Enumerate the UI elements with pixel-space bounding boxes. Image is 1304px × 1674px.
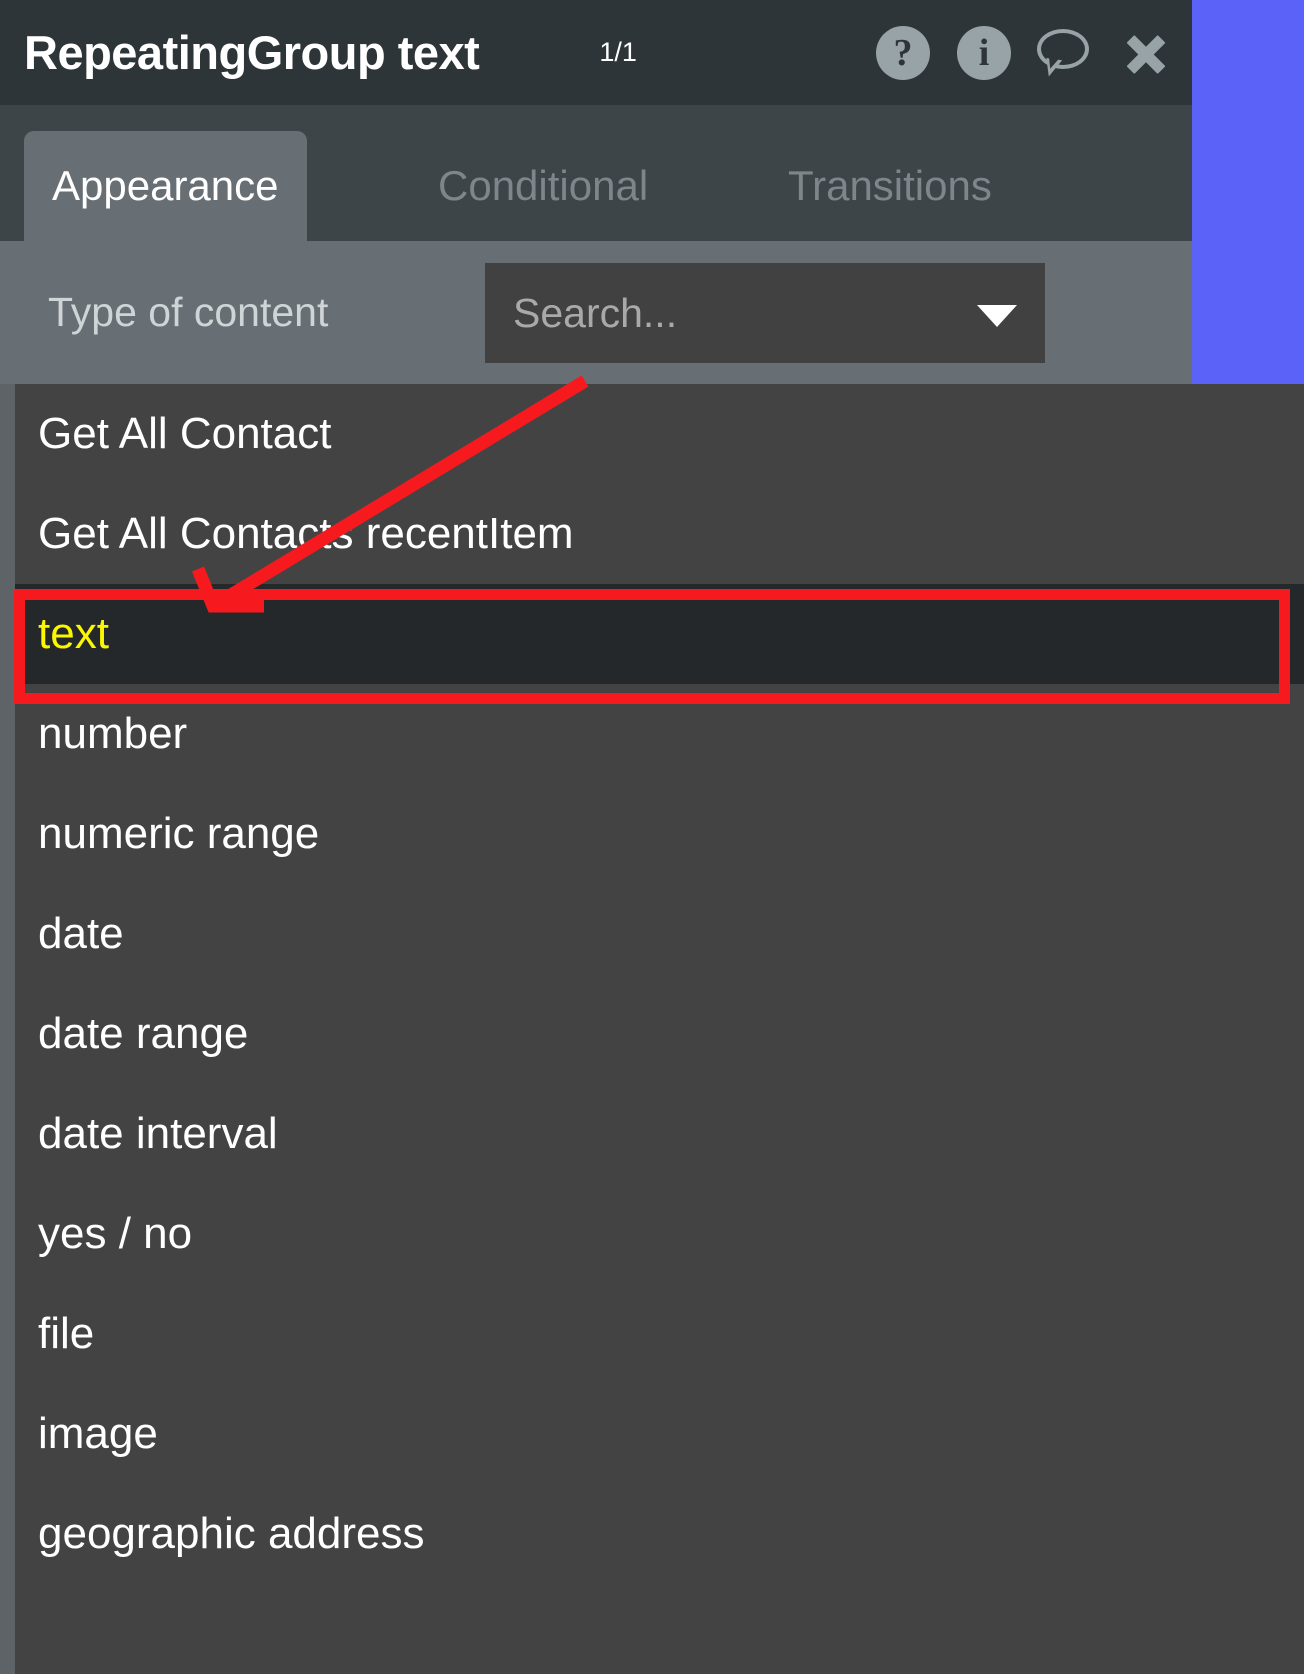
tab-transitions[interactable]: Transitions — [760, 131, 1020, 241]
property-editor-window: RepeatingGroup text 1/1 ? i Appearance — [0, 0, 1192, 415]
list-item[interactable]: number — [15, 684, 1304, 784]
list-item[interactable]: yes / no — [15, 1184, 1304, 1284]
list-item[interactable]: file — [15, 1284, 1304, 1384]
list-item[interactable]: Get All Contact — [15, 384, 1304, 484]
info-button[interactable]: i — [956, 25, 1012, 81]
tab-conditional[interactable]: Conditional — [410, 131, 676, 241]
list-item[interactable]: date range — [15, 984, 1304, 1084]
list-item[interactable]: numeric range — [15, 784, 1304, 884]
comment-button[interactable] — [1037, 25, 1093, 81]
element-counter: 1/1 — [599, 37, 637, 68]
type-of-content-option-list[interactable]: Get All Contact Get All Contacts recentI… — [0, 384, 1304, 1674]
window-titlebar: RepeatingGroup text 1/1 ? i — [0, 0, 1192, 105]
tab-bar: Appearance Conditional Transitions — [0, 105, 1192, 241]
page-title: RepeatingGroup text — [24, 25, 479, 80]
type-of-content-dropdown[interactable]: Search... — [485, 263, 1045, 363]
list-item[interactable]: date — [15, 884, 1304, 984]
list-item[interactable]: date interval — [15, 1084, 1304, 1184]
help-icon: ? — [876, 26, 930, 80]
chevron-down-icon[interactable] — [977, 305, 1017, 327]
titlebar-icon-group: ? i — [875, 0, 1174, 105]
close-icon — [1122, 29, 1170, 77]
tab-appearance[interactable]: Appearance — [24, 131, 307, 241]
info-icon: i — [957, 26, 1011, 80]
close-button[interactable] — [1118, 25, 1174, 81]
option-list-inner: Get All Contact Get All Contacts recentI… — [15, 384, 1304, 1674]
canvas-accent-block — [1192, 0, 1304, 415]
list-item[interactable]: geographic address — [15, 1484, 1304, 1584]
list-item[interactable]: image — [15, 1384, 1304, 1484]
list-item-text-selected[interactable]: text — [15, 584, 1304, 684]
help-button[interactable]: ? — [875, 25, 931, 81]
list-item[interactable]: Get All Contacts recentItem — [15, 484, 1304, 584]
search-input[interactable]: Search... — [513, 290, 677, 337]
type-of-content-label: Type of content — [48, 289, 328, 336]
comment-icon — [1037, 29, 1093, 77]
